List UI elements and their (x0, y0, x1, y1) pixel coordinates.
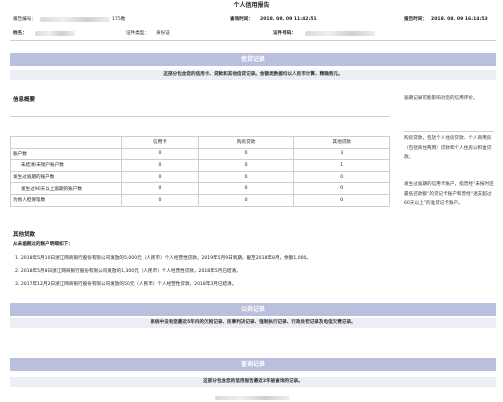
table-row: 为他人担保笔数 0 0 0 (10, 193, 390, 207)
row-label: 未结清/未销户账户数 (10, 159, 122, 172)
cell-value: 3 (293, 147, 390, 161)
header-divider (10, 40, 496, 41)
cell-value: 0 (121, 159, 199, 172)
query-time-value: 2018. 08. 09 11:42:51 (260, 17, 317, 22)
table-row: 未结清/未销户账户数 0 0 1 (10, 159, 390, 172)
report-number-tail: 175数 (112, 17, 126, 22)
cell-value: 0 (121, 193, 199, 207)
summary-table: 信用卡 购房贷款 其他贷款 账户数 0 0 3 未结清/未销户账户数 0 0 1… (10, 136, 390, 207)
summary-col-credit-card: 信用卡 (121, 136, 199, 149)
public-records-band: 公共记录 (10, 303, 496, 316)
side-note-divider (404, 131, 494, 132)
summary-heading: 信息概要 (13, 97, 36, 103)
cut-off-text (215, 396, 290, 400)
row-label: 账户数 (10, 147, 122, 161)
other-loans-heading: 其他贷款 (13, 232, 36, 238)
public-records-subtitle: 系统中没有您最近5年内的欠税记录、民事判决记录、强制执行记录、行政处罚记录及电信… (10, 318, 496, 328)
loan-item: 1. 2018年5月10日浙江网商银行股份有限公司发放的5,000元（人民币）个… (15, 256, 312, 261)
redacted-report-number (40, 17, 110, 22)
id-type-label: 证件类型： (126, 31, 149, 36)
row-label: 为他人担保笔数 (10, 193, 122, 207)
other-loans-subheading: 从未逾期过的账户明细如下： (13, 242, 73, 247)
cell-value: 0 (121, 170, 199, 184)
query-time-label: 查询时间： (230, 17, 253, 22)
table-row: 发生过90天以上逾期的账户数 0 0 0 (10, 182, 390, 195)
cell-value: 1 (293, 159, 390, 172)
report-time-label: 报告时间： (404, 17, 427, 22)
name-label: 姓名： (13, 31, 27, 36)
summary-col-housing-loan: 购房贷款 (197, 136, 295, 149)
summary-col-blank (10, 136, 122, 149)
cell-value: 0 (121, 182, 199, 195)
cell-value: 0 (197, 159, 295, 172)
credit-records-subtitle: 这部分包含您的信用卡、贷款和其他信贷记录。金额类数据均以人民币计算，精确到元。 (10, 70, 496, 80)
summary-col-other-loan: 其他贷款 (293, 136, 390, 149)
summary-divider (10, 116, 390, 117)
id-type-value: 身份证 (156, 31, 170, 36)
redacted-id-number (305, 31, 375, 36)
row-label: 发生过90天以上逾期的账户数 (10, 182, 122, 195)
report-number-label: 报告编号： (13, 17, 36, 22)
table-row: 发生过逾期的账户数 0 0 0 (10, 170, 390, 184)
cell-value: 0 (293, 193, 390, 207)
row-label: 发生过逾期的账户数 (10, 170, 122, 184)
cell-value: 0 (121, 147, 199, 161)
summary-header-row: 信用卡 购房贷款 其他贷款 (10, 136, 390, 149)
report-title: 个人信用报告 (233, 2, 270, 9)
query-records-band: 查询记录 (10, 358, 496, 371)
cell-value: 0 (197, 182, 295, 195)
side-note-overdue-card: 发生过逾期的信用卡账户，指曾经“未按时还最低还款额”的贷记卡账户和曾经“透支超过… (404, 182, 494, 206)
loan-item: 3. 2017年12月2日浙江网商银行股份有限公司发放的50元（人民币）个人经营… (15, 282, 237, 287)
credit-records-band: 信贷记录 (10, 53, 496, 66)
table-row: 账户数 0 0 3 (10, 147, 390, 161)
cell-value: 0 (293, 170, 390, 184)
cell-value: 0 (197, 193, 295, 207)
report-time-value: 2018. 08. 09 16:14:53 (431, 17, 488, 22)
query-records-subtitle: 这部分包含您的信用报告最近2年被查询的记录。 (10, 377, 496, 387)
cell-value: 0 (293, 182, 390, 195)
side-note-housing-loan: 购房贷款，包括个人住房贷款、个人商用房（包括商住两用）贷款和个人住房公积金贷款。 (404, 136, 492, 160)
side-note-overdue: 逾期记录可能影响对您的信用评价。 (404, 96, 478, 101)
id-number-label: 证件号码： (273, 31, 296, 36)
loan-item: 2. 2018年5月8日浙江网商银行股份有限公司发放的1,300元（人民币）个人… (15, 269, 241, 274)
cell-value: 0 (197, 170, 295, 184)
redacted-name (35, 31, 75, 36)
cell-value: 0 (197, 147, 295, 161)
